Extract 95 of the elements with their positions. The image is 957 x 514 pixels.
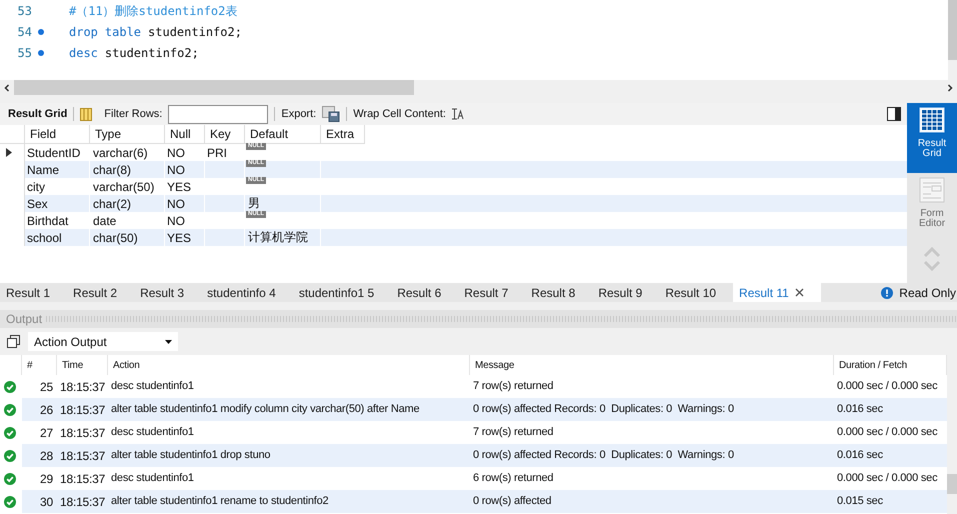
table-cell-text: 0.000 sec / 0.000 sec [836, 379, 938, 394]
form-icon [919, 177, 945, 203]
table-cell-text: 6 row(s) returned [472, 471, 554, 486]
column-header[interactable]: Key [205, 125, 245, 144]
table-cell-text: 18:15:37 [59, 448, 106, 464]
code-token: drop [69, 24, 98, 40]
output-type-dropdown[interactable]: Action Output [28, 332, 178, 351]
result-tab[interactable]: studentinfo 4 [201, 283, 293, 302]
line-number: 55 [16, 44, 32, 62]
vertical-scrollbar[interactable] [947, 355, 957, 514]
scroll-right-icon[interactable] [946, 84, 954, 92]
line-number: 54 [16, 24, 32, 40]
horizontal-scrollbar[interactable] [0, 80, 957, 95]
result-tab[interactable]: Result 8 [525, 283, 592, 302]
result-tab[interactable]: Result 7 [458, 283, 526, 302]
table-cell-text: 18:15:37 [59, 402, 106, 418]
grid-icon [919, 107, 945, 133]
table-cell-text: 0 row(s) affected Records: 0 Duplicates: 0 Warnings: 0 [472, 402, 735, 418]
table-cell-text: 18:15:37 [59, 424, 106, 442]
result-tab[interactable]: Result 11 [733, 283, 821, 302]
table-cell-text: 18:15:37 [59, 494, 106, 510]
result-tab[interactable]: Result 1 [0, 283, 68, 302]
column-header[interactable]: Default [245, 125, 321, 144]
column-header[interactable]: Extra [321, 125, 365, 144]
column-header[interactable]: Field [25, 125, 90, 144]
columns-icon[interactable] [80, 108, 92, 120]
table-cell-text: desc studentinfo1 [110, 425, 195, 440]
vertical-scrollbar[interactable] [948, 0, 957, 80]
success-icon [4, 426, 16, 438]
code-token: studentinfo2; [148, 24, 242, 40]
code-token: studentinfo2; [104, 44, 199, 62]
view-toggle-button[interactable]: Result Grid [907, 103, 957, 173]
close-icon[interactable] [794, 288, 804, 297]
table-cell-text: desc studentinfo1 [110, 379, 195, 394]
code-token: desc [69, 44, 98, 62]
column-header[interactable]: Type [90, 125, 165, 144]
table-cell-text: alter table studentinfo1 drop stuno [110, 448, 272, 464]
line-number: 53 [16, 2, 32, 20]
read-only-status: Read Only [899, 284, 956, 302]
wrap-text-icon[interactable] [452, 108, 464, 120]
panel-toggle-icon[interactable] [887, 107, 901, 121]
table-cell: char(50) [90, 229, 165, 246]
export-icon[interactable] [322, 106, 340, 122]
table-cell-text: desc studentinfo1 [110, 471, 195, 486]
table-cell-text: 0.015 sec [836, 494, 884, 510]
table-cell-text: PRI [207, 144, 228, 162]
dropdown-caret-icon [165, 340, 172, 344]
current-row-icon [6, 148, 12, 157]
result-tab[interactable]: Result 10 [659, 283, 734, 302]
code-token: table [104, 24, 142, 40]
scroll-arrows-icon[interactable] [922, 245, 942, 273]
export-label: Export: [281, 106, 316, 122]
result-tab[interactable]: Result 9 [592, 283, 660, 302]
table-cell-text: alter table studentinfo1 modify column city varchar(50) after Name [110, 402, 420, 418]
success-icon [4, 380, 16, 392]
table-cell-text: 0 row(s) affected Records: 0 Duplicates: 0 Warnings: 0 [472, 448, 735, 464]
table-cell-text: 26 [39, 402, 54, 418]
result-tab[interactable]: Result 3 [134, 283, 202, 302]
table-cell-text: 7 row(s) returned [472, 425, 554, 440]
table-cell-text: 30 [39, 494, 54, 510]
copy-icon[interactable] [7, 335, 20, 348]
result-grid-label: Result Grid [8, 106, 68, 122]
code-token: #（11）删除studentinfo2表 [69, 2, 238, 20]
success-icon [4, 496, 16, 508]
table-cell-text: 18:15:37 [59, 470, 106, 488]
output-panel-title: Output [6, 311, 42, 328]
wrap-cell-content-label: Wrap Cell Content: [353, 106, 446, 122]
table-cell-text: 男 [247, 195, 260, 210]
table-cell-text: 0.000 sec / 0.000 sec [836, 471, 938, 486]
column-header[interactable]: Null [165, 125, 205, 144]
table-cell: school [25, 229, 90, 246]
success-icon [4, 472, 16, 484]
info-icon [881, 286, 894, 298]
success-icon [4, 404, 16, 416]
filter-rows-label: Filter Rows: [104, 106, 162, 122]
table-cell-text: 0.016 sec [836, 402, 884, 418]
table-cell-text: alter table studentinfo1 rename to studentinfo2 [110, 494, 330, 510]
scroll-left-icon[interactable] [3, 84, 11, 92]
table-cell: YES [165, 229, 205, 246]
table-cell-text: 0.016 sec [836, 448, 884, 464]
table-cell-text: 计算机学院 [247, 229, 308, 246]
splitter-bar[interactable] [0, 302, 957, 310]
success-icon [4, 450, 16, 462]
result-tab[interactable]: Result 2 [67, 283, 134, 302]
table-cell-text: 18:15:37 [59, 378, 106, 396]
table-cell-text: 27 [39, 424, 54, 442]
table-cell-text: 0.000 sec / 0.000 sec [836, 425, 938, 440]
table-cell-text: 28 [39, 448, 54, 464]
table-cell-text: 0 row(s) affected [472, 494, 552, 510]
result-tab[interactable]: studentinfo1 5 [292, 283, 392, 302]
filter-rows-field[interactable] [168, 104, 268, 124]
result-tab[interactable]: Result 6 [391, 283, 458, 302]
table-cell-text: 29 [39, 470, 54, 488]
table-cell-text: 25 [39, 378, 54, 396]
table-cell-text: 7 row(s) returned [472, 379, 554, 394]
